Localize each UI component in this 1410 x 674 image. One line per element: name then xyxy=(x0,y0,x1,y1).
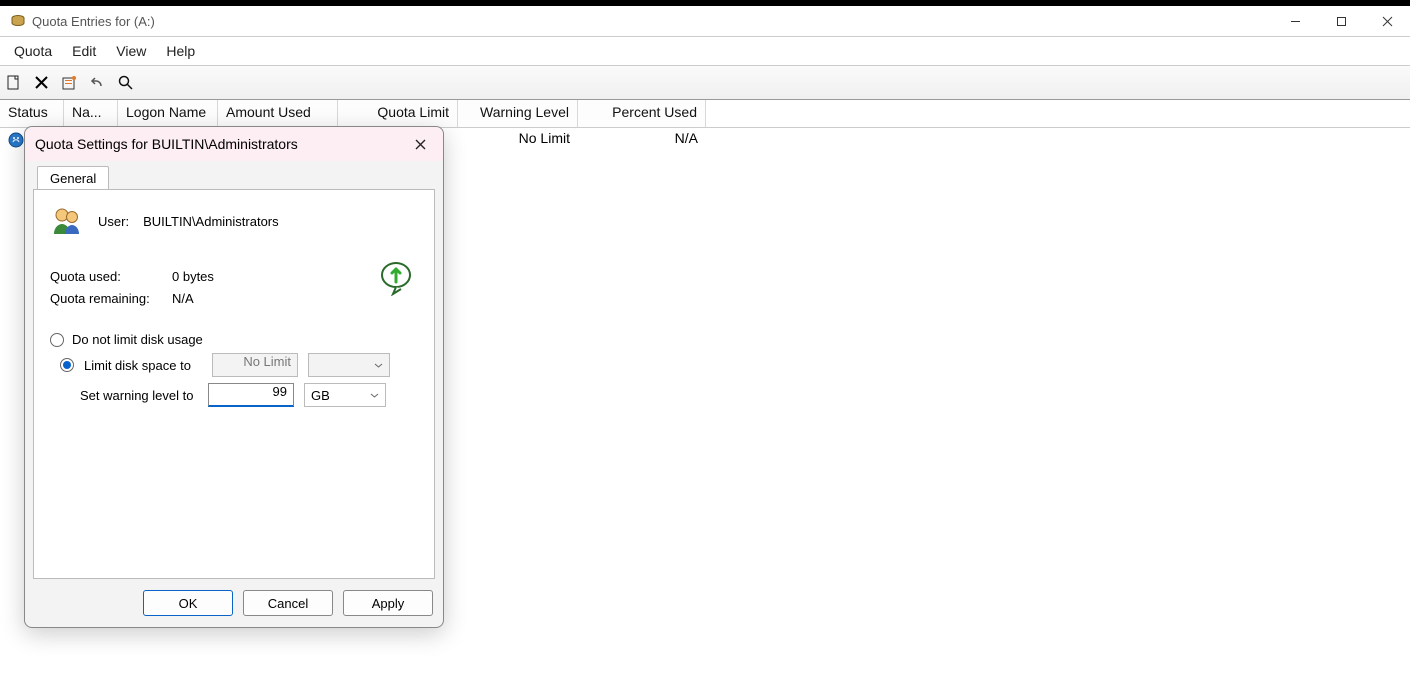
ok-button[interactable]: OK xyxy=(143,590,233,616)
chevron-down-icon xyxy=(370,388,379,403)
menu-help[interactable]: Help xyxy=(156,43,205,59)
dialog-title: Quota Settings for BUILTIN\Administrator… xyxy=(35,136,298,152)
minimize-button[interactable] xyxy=(1272,6,1318,36)
col-warn[interactable]: Warning Level xyxy=(458,100,578,127)
chevron-down-icon xyxy=(374,358,383,373)
radio-no-limit[interactable] xyxy=(50,333,64,347)
col-logon[interactable]: Logon Name xyxy=(118,100,218,127)
find-icon[interactable] xyxy=(114,72,136,94)
radio-limit-label: Limit disk space to xyxy=(84,358,202,373)
cancel-button[interactable]: Cancel xyxy=(243,590,333,616)
col-pct[interactable]: Percent Used xyxy=(578,100,706,127)
limit-value-input[interactable]: No Limit xyxy=(212,353,298,377)
properties-icon[interactable] xyxy=(58,72,80,94)
undo-icon[interactable] xyxy=(86,72,108,94)
quota-settings-dialog: Quota Settings for BUILTIN\Administrator… xyxy=(24,126,444,628)
close-button[interactable] xyxy=(1364,6,1410,36)
user-label: User: xyxy=(98,214,129,229)
maximize-button[interactable] xyxy=(1318,6,1364,36)
user-value: BUILTIN\Administrators xyxy=(143,214,279,229)
warning-value-input[interactable]: 99 xyxy=(208,383,294,407)
menu-quota[interactable]: Quota xyxy=(4,43,62,59)
menubar: Quota Edit View Help xyxy=(0,36,1410,66)
quota-remaining-label: Quota remaining: xyxy=(50,288,172,310)
dialog-titlebar[interactable]: Quota Settings for BUILTIN\Administrator… xyxy=(25,127,443,161)
column-headers: Status Na... Logon Name Amount Used Quot… xyxy=(0,100,1410,128)
cell-warning-level: No Limit xyxy=(458,128,578,152)
radio-no-limit-label: Do not limit disk usage xyxy=(72,332,203,347)
menu-edit[interactable]: Edit xyxy=(62,43,106,59)
menu-view[interactable]: View xyxy=(106,43,156,59)
col-quota[interactable]: Quota Limit xyxy=(338,100,458,127)
warning-level-label: Set warning level to xyxy=(80,388,198,403)
col-amount[interactable]: Amount Used xyxy=(218,100,338,127)
quota-used-value: 0 bytes xyxy=(172,266,214,288)
dialog-close-button[interactable] xyxy=(407,131,433,157)
apply-button[interactable]: Apply xyxy=(343,590,433,616)
radio-limit[interactable] xyxy=(60,358,74,372)
status-balloon-icon xyxy=(378,260,414,296)
limit-unit-combo[interactable] xyxy=(308,353,390,377)
quota-remaining-value: N/A xyxy=(172,288,214,310)
warning-unit-combo[interactable]: GB xyxy=(304,383,386,407)
toolbar xyxy=(0,66,1410,100)
cell-percent-used: N/A xyxy=(578,128,706,152)
users-icon xyxy=(50,204,84,238)
quota-used-label: Quota used: xyxy=(50,266,172,288)
tab-page-general: User: BUILTIN\Administrators Quota used:… xyxy=(33,189,435,579)
window-titlebar: Quota Entries for (A:) xyxy=(0,6,1410,36)
col-name[interactable]: Na... xyxy=(64,100,118,127)
app-icon xyxy=(10,13,26,29)
col-status[interactable]: Status xyxy=(0,100,64,127)
window-title: Quota Entries for (A:) xyxy=(32,14,155,29)
tab-general[interactable]: General xyxy=(37,166,109,190)
new-entry-icon[interactable] xyxy=(2,72,24,94)
warning-unit-value: GB xyxy=(311,388,330,403)
delete-icon[interactable] xyxy=(30,72,52,94)
